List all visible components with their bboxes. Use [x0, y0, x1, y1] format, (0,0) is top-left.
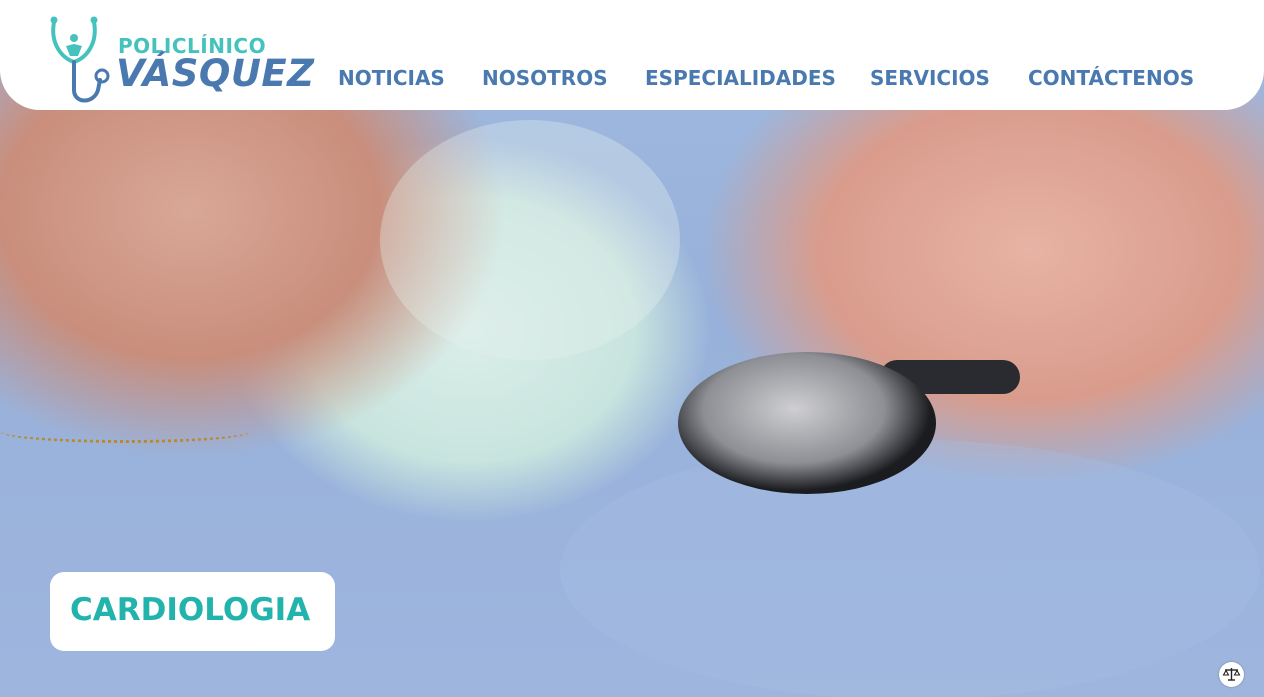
nav-servicios[interactable]: SERVICIOS — [870, 66, 990, 90]
stethoscope-logo-icon — [50, 16, 110, 103]
nav-contactenos[interactable]: CONTÁCTENOS — [1028, 66, 1194, 90]
page-title: CARDIOLOGIA — [70, 592, 311, 628]
shirt-fold-shape — [560, 440, 1260, 697]
page: POLICLÍNICO VÁSQUEZ NOTICIAS NOSOTROS ES… — [0, 0, 1264, 697]
brand-name-bottom: VÁSQUEZ — [116, 52, 315, 95]
scale-icon — [1222, 668, 1241, 681]
shirt-collar-shape — [380, 120, 680, 360]
page-title-card: CARDIOLOGIA — [50, 572, 335, 651]
site-header: POLICLÍNICO VÁSQUEZ NOTICIAS NOSOTROS ES… — [0, 0, 1264, 110]
brand-logo[interactable]: POLICLÍNICO VÁSQUEZ — [48, 14, 314, 108]
accessibility-button[interactable] — [1219, 662, 1244, 687]
nav-nosotros[interactable]: NOSOTROS — [482, 66, 608, 90]
nav-noticias[interactable]: NOTICIAS — [338, 66, 445, 90]
stethoscope-chestpiece-shape — [678, 352, 936, 494]
nav-especialidades[interactable]: ESPECIALIDADES — [645, 66, 836, 90]
necklace-shape — [0, 420, 250, 443]
